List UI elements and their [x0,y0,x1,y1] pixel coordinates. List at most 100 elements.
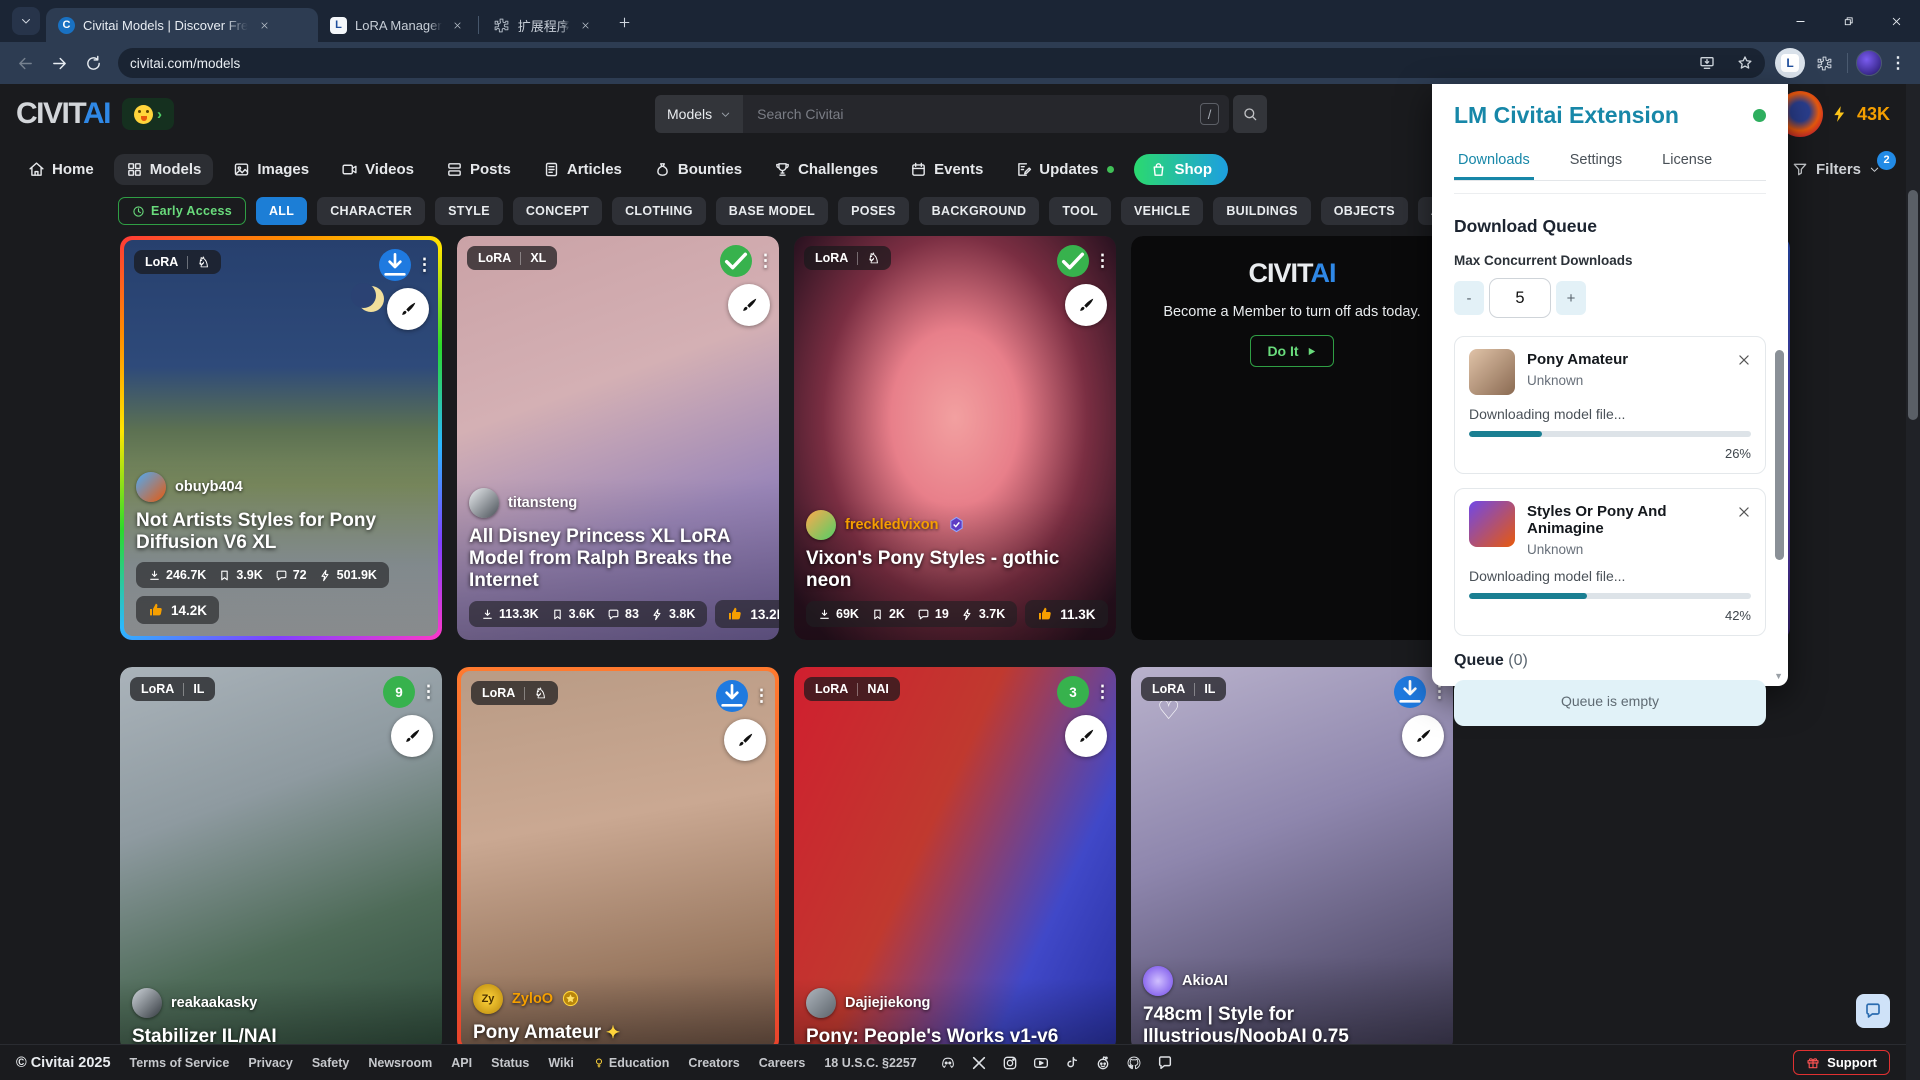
cancel-download-button[interactable] [1737,505,1751,519]
footer-link-careers[interactable]: Careers [759,1056,806,1070]
category-chip-buildings[interactable]: BUILDINGS [1213,197,1310,225]
category-chip-base-model[interactable]: BASE MODEL [716,197,828,225]
chat-widget-button[interactable] [1856,994,1890,1028]
nav-item-articles[interactable]: Articles [531,154,634,185]
install-app-button[interactable] [1693,50,1721,76]
support-button[interactable]: Support [1793,1050,1890,1075]
footer-link-api[interactable]: API [451,1056,472,1070]
search-scope-select[interactable]: Models [655,95,743,133]
footer-link-terms-of-service[interactable]: Terms of Service [130,1056,230,1070]
bookmark-star-button[interactable] [1731,50,1759,76]
model-title[interactable]: Vixon's Pony Styles - gothic neon [806,548,1104,592]
x-icon[interactable] [971,1055,987,1071]
card-menu-button[interactable]: ⋮ [1094,687,1110,698]
max-concurrent-value[interactable]: 5 [1489,278,1551,318]
search-button[interactable] [1233,95,1267,133]
model-card-9[interactable]: ♡ LoRA IL ⋮ AkioAI 748cm [1131,667,1453,1052]
new-tab-button[interactable] [612,9,638,35]
remix-button[interactable] [1065,715,1107,757]
extension-tab-settings[interactable]: Settings [1566,143,1626,180]
card-menu-button[interactable]: ⋮ [420,687,436,698]
nav-item-events[interactable]: Events [898,154,995,185]
tab-close-button[interactable] [450,17,466,33]
ad-do-it-button[interactable]: Do It [1250,335,1333,367]
buzz-count[interactable]: 43K [1857,104,1890,125]
lora-extension-button[interactable]: L [1775,48,1805,78]
author-name[interactable]: ZyloO [512,991,553,1007]
footer-link-18-u-s-c-2257[interactable]: 18 U.S.C. §2257 [824,1056,916,1070]
model-card-3[interactable]: LoRA ♘ ⋮ freckledvixon Vixon's Pony Styl… [794,236,1116,640]
author-avatar[interactable] [136,472,166,502]
model-card-1[interactable]: LoRA ♘ ⋮ obuyb404 Not Artists Styles for… [120,236,442,640]
author-name[interactable]: obuyb404 [175,479,243,495]
card-menu-button[interactable]: ⋮ [1094,256,1110,267]
model-title[interactable]: Pony Amateur ✦ [473,1022,763,1044]
remix-button[interactable] [1402,715,1444,757]
nav-item-updates[interactable]: Updates [1003,154,1126,185]
early-access-chip[interactable]: Early Access [118,197,246,225]
panel-scrollbar-thumb[interactable] [1775,350,1784,560]
filters-button[interactable]: Filters 2 [1782,155,1890,184]
category-chip-clothing[interactable]: CLOTHING [612,197,706,225]
author-name[interactable]: AkioAI [1182,973,1228,989]
address-url[interactable]: civitai.com/models [130,56,1683,71]
model-title[interactable]: All Disney Princess XL LoRA Model from R… [469,526,767,592]
downloaded-check-badge[interactable] [1057,245,1089,277]
category-chip-style[interactable]: STYLE [435,197,503,225]
cancel-download-button[interactable] [1737,353,1751,367]
remix-button[interactable] [391,715,433,757]
extensions-menu-button[interactable] [1809,48,1839,78]
remix-button[interactable] [728,284,770,326]
card-menu-button[interactable]: ⋮ [753,691,769,702]
scroll-down-arrow[interactable]: ▼ [1774,671,1783,681]
reddit-icon[interactable] [1095,1055,1111,1071]
nav-item-home[interactable]: Home [16,154,106,185]
card-menu-button[interactable]: ⋮ [1431,687,1447,698]
card-menu-button[interactable]: ⋮ [757,256,773,267]
reload-button[interactable] [78,48,108,78]
nav-item-bounties[interactable]: Bounties [642,154,754,185]
nav-item-challenges[interactable]: Challenges [762,154,890,185]
category-chip-all[interactable]: ALL [256,197,307,225]
footer-link-creators[interactable]: Creators [688,1056,739,1070]
model-card-8[interactable]: LoRA NAI 3 ⋮ Dajiejiekong Pony: People's… [794,667,1116,1052]
likes-button[interactable]: 13.2K [715,600,779,628]
model-card-7[interactable]: LoRA ♘ ⋮ Zy ZyloO Pony Amateur ✦ [457,667,779,1052]
author-avatar[interactable]: Zy [473,984,503,1014]
category-chip-background[interactable]: BACKGROUND [919,197,1040,225]
github-icon[interactable] [1126,1055,1142,1071]
nav-item-posts[interactable]: Posts [434,154,523,185]
footer-link-newsroom[interactable]: Newsroom [368,1056,432,1070]
model-card-6[interactable]: LoRA IL 9 ⋮ reakaakasky Stabilizer IL/NA… [120,667,442,1052]
remix-button[interactable] [387,288,429,330]
author-name[interactable]: reakaakasky [171,995,257,1011]
remix-button[interactable] [1065,284,1107,326]
author-name[interactable]: Dajiejiekong [845,995,930,1011]
page-scrollbar-thumb[interactable] [1908,190,1918,420]
footer-link-wiki[interactable]: Wiki [548,1056,574,1070]
footer-link-safety[interactable]: Safety [312,1056,350,1070]
footer-link-education[interactable]: Education [593,1056,669,1070]
category-chip-poses[interactable]: POSES [838,197,909,225]
likes-button[interactable]: 11.3K [1025,600,1107,628]
tab-search-button[interactable] [12,7,40,35]
card-download-button[interactable] [716,680,748,712]
model-title[interactable]: Not Artists Styles for Pony Diffusion V6… [136,510,426,554]
close-window-button[interactable] [1872,0,1920,42]
discord-icon[interactable] [940,1055,956,1071]
author-avatar[interactable] [132,988,162,1018]
tab-close-button[interactable] [256,17,272,33]
model-card-2[interactable]: LoRA XL ⋮ titansteng All Disney Princess… [457,236,779,640]
version-count-badge[interactable]: 3 [1057,676,1089,708]
category-chip-vehicle[interactable]: VEHICLE [1121,197,1203,225]
footer-link-privacy[interactable]: Privacy [248,1056,292,1070]
card-menu-button[interactable]: ⋮ [416,260,432,271]
author-avatar[interactable] [469,488,499,518]
version-count-badge[interactable]: 9 [383,676,415,708]
card-download-button[interactable] [379,249,411,281]
author-row[interactable]: Zy ZyloO [473,984,763,1014]
category-chip-tool[interactable]: TOOL [1049,197,1111,225]
tiktok-icon[interactable] [1064,1055,1080,1071]
category-chip-concept[interactable]: CONCEPT [513,197,602,225]
browser-tab-2[interactable]: L LoRA Manager [318,8,476,42]
